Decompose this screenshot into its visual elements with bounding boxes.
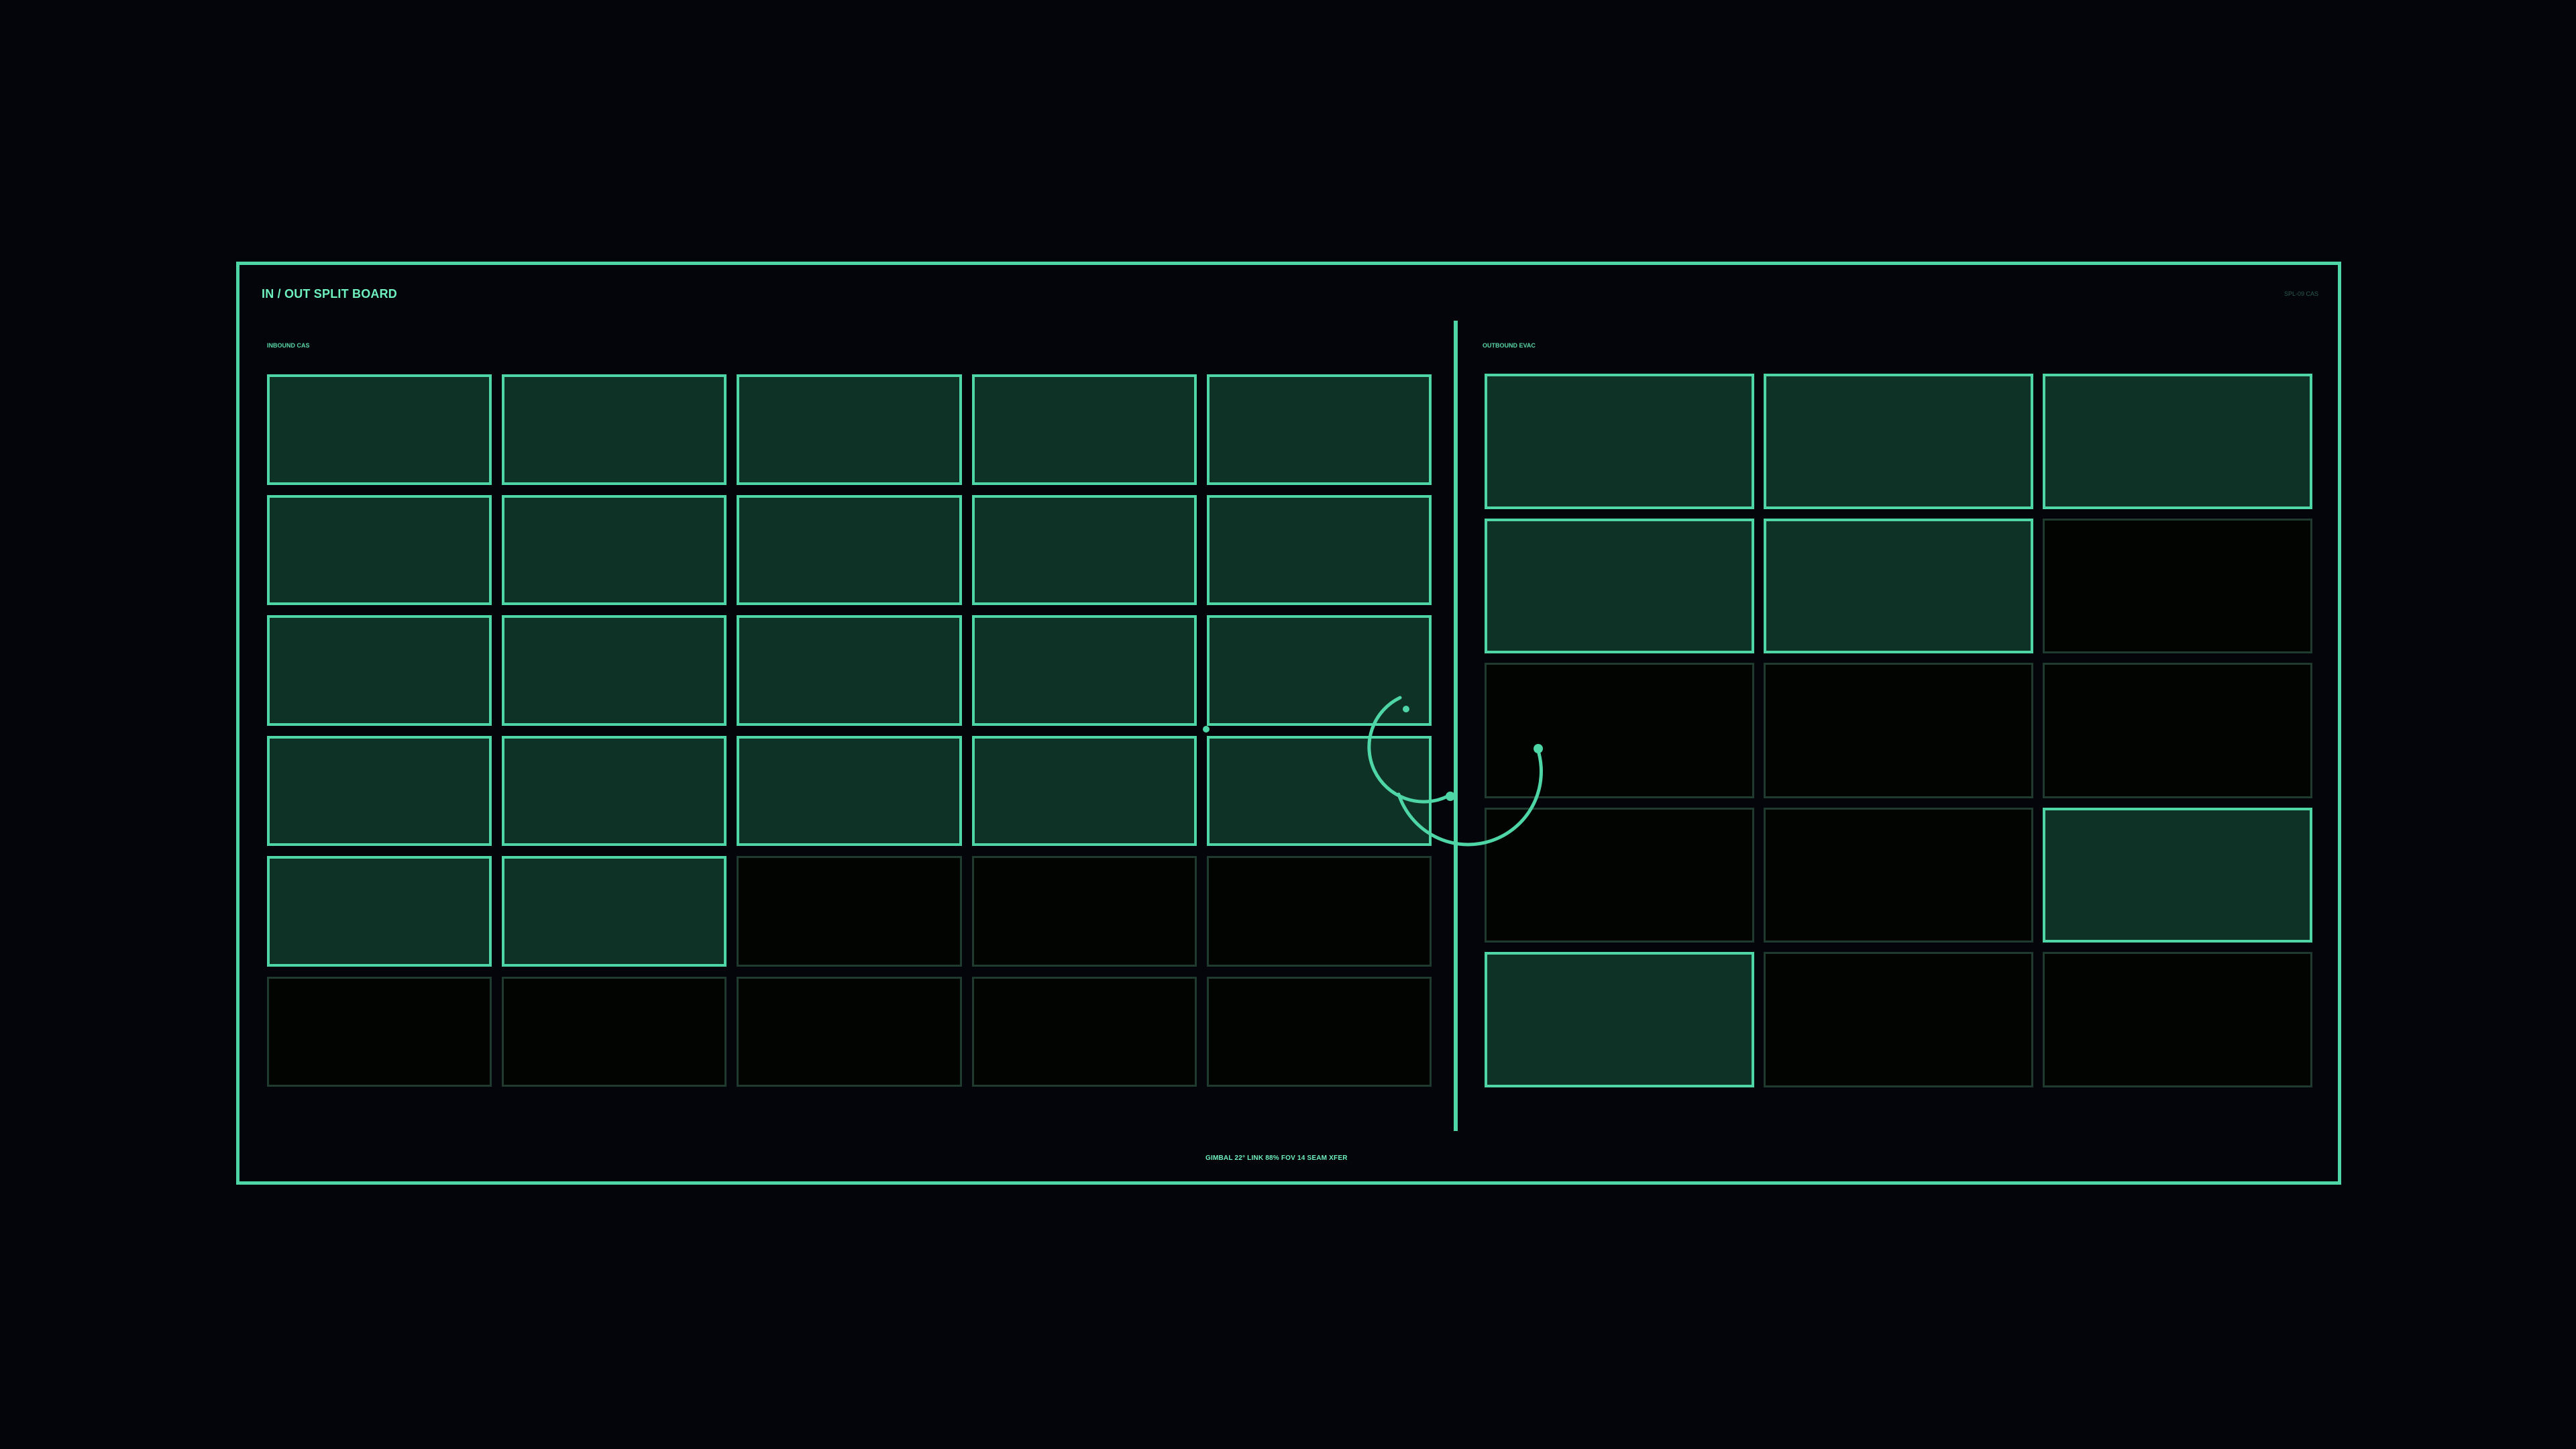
inbound-slot[interactable] bbox=[502, 976, 727, 1087]
board-tag: SPL-09 CAS bbox=[2284, 290, 2318, 297]
outbound-slot[interactable] bbox=[2043, 518, 2312, 654]
outbound-label: OUTBOUND EVAC bbox=[1483, 342, 1536, 349]
outbound-slot[interactable] bbox=[1485, 518, 1754, 654]
outbound-slot[interactable] bbox=[1764, 518, 2033, 654]
inbound-slot[interactable] bbox=[267, 494, 492, 605]
outbound-slot[interactable] bbox=[1485, 952, 1754, 1087]
inbound-slot[interactable] bbox=[971, 976, 1197, 1087]
split-divider[interactable] bbox=[1454, 321, 1458, 1131]
outbound-slot[interactable] bbox=[1764, 374, 2033, 509]
inbound-slot[interactable] bbox=[971, 494, 1197, 605]
inbound-slot[interactable] bbox=[1206, 615, 1432, 726]
outbound-slot[interactable] bbox=[2043, 952, 2312, 1087]
inbound-slot[interactable] bbox=[502, 856, 727, 967]
outbound-grid bbox=[1485, 374, 2312, 1087]
inbound-slot[interactable] bbox=[502, 374, 727, 485]
board-title: IN / OUT SPLIT BOARD bbox=[262, 287, 397, 301]
inbound-slot[interactable] bbox=[1206, 494, 1432, 605]
outbound-slot[interactable] bbox=[2043, 374, 2312, 509]
outbound-slot[interactable] bbox=[2043, 663, 2312, 798]
inbound-slot[interactable] bbox=[1206, 976, 1432, 1087]
outbound-slot[interactable] bbox=[1485, 374, 1754, 509]
inbound-slot[interactable] bbox=[502, 494, 727, 605]
outbound-slot[interactable] bbox=[1764, 807, 2033, 943]
inbound-slot[interactable] bbox=[737, 976, 962, 1087]
status-bar: GIMBAL 22° LINK 88% FOV 14 SEAM XFER bbox=[1205, 1155, 1348, 1162]
inbound-slot[interactable] bbox=[971, 615, 1197, 726]
inbound-slot[interactable] bbox=[1206, 374, 1432, 485]
inbound-slot[interactable] bbox=[502, 735, 727, 846]
inbound-slot[interactable] bbox=[737, 374, 962, 485]
inbound-slot[interactable] bbox=[267, 735, 492, 846]
inbound-slot[interactable] bbox=[267, 615, 492, 726]
outbound-slot[interactable] bbox=[1764, 952, 2033, 1087]
inbound-grid bbox=[267, 374, 1432, 1087]
inbound-slot[interactable] bbox=[737, 735, 962, 846]
inbound-slot[interactable] bbox=[502, 615, 727, 726]
inbound-slot[interactable] bbox=[1206, 856, 1432, 967]
inbound-label: INBOUND CAS bbox=[267, 342, 310, 349]
inbound-slot[interactable] bbox=[971, 856, 1197, 967]
outbound-slot[interactable] bbox=[1764, 663, 2033, 798]
outbound-slot[interactable] bbox=[1485, 807, 1754, 943]
inbound-slot[interactable] bbox=[267, 976, 492, 1087]
inbound-slot[interactable] bbox=[737, 856, 962, 967]
inbound-slot[interactable] bbox=[267, 374, 492, 485]
inbound-slot[interactable] bbox=[971, 374, 1197, 485]
outbound-slot[interactable] bbox=[2043, 807, 2312, 943]
inbound-slot[interactable] bbox=[971, 735, 1197, 846]
inbound-slot[interactable] bbox=[737, 494, 962, 605]
inbound-slot[interactable] bbox=[267, 856, 492, 967]
inbound-slot[interactable] bbox=[737, 615, 962, 726]
outbound-slot[interactable] bbox=[1485, 663, 1754, 798]
inbound-slot[interactable] bbox=[1206, 735, 1432, 846]
